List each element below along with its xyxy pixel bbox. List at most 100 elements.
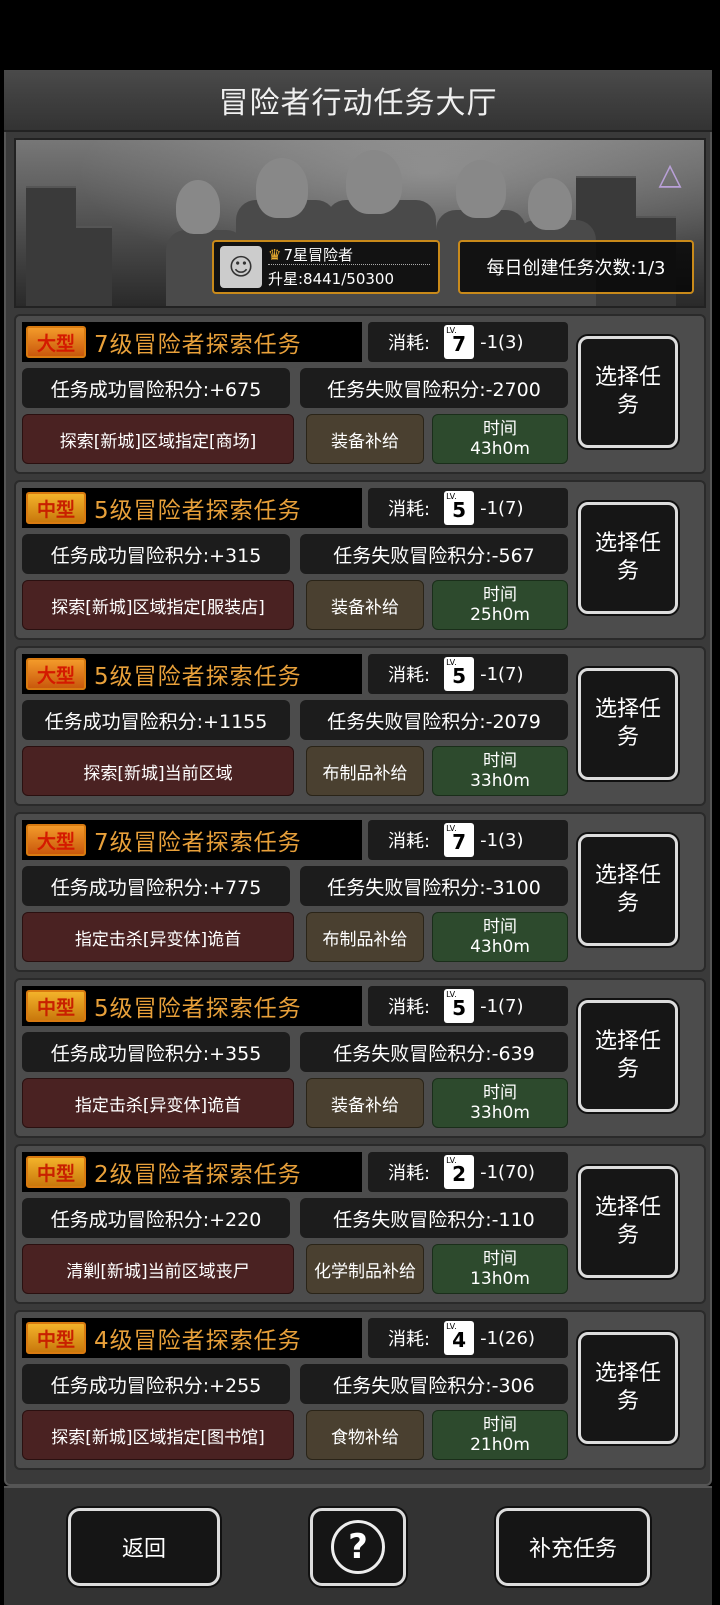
time-value: 43h0m	[470, 937, 530, 957]
cost-label: 消耗:	[388, 997, 431, 1018]
task-name: 4级冒险者探索任务	[94, 1328, 302, 1354]
success-reward: 任务成功冒险积分:+315	[22, 534, 290, 574]
task-size-badge: 大型	[26, 824, 86, 856]
failure-penalty: 任务失败冒险积分:-2700	[300, 368, 568, 408]
back-button[interactable]: 返回	[68, 1508, 220, 1586]
task-time: 时间 21h0m	[432, 1410, 568, 1460]
select-task-button[interactable]: 选择任务	[578, 834, 678, 946]
rank-name: 7星冒险者	[283, 246, 353, 264]
level-ticket-icon: LV. 7	[444, 325, 475, 359]
task-card: 中型 4级冒险者探索任务 消耗: LV. 4 -1(26) 任务成功冒险积分:+2…	[14, 1310, 706, 1470]
task-cost: 消耗: LV. 4 -1(26)	[368, 1318, 568, 1358]
ticket-level: 7	[452, 332, 467, 356]
select-task-button[interactable]: 选择任务	[578, 336, 678, 448]
success-reward: 任务成功冒险积分:+775	[22, 866, 290, 906]
rank-exp: 升星:8441/50300	[268, 270, 394, 288]
task-header: 大型 7级冒险者探索任务	[22, 820, 362, 860]
level-ticket-icon: LV. 4	[444, 1321, 475, 1355]
task-target: 探索[新城]区域指定[服装店]	[22, 580, 294, 630]
task-target: 指定击杀[异变体]诡首	[22, 912, 294, 962]
task-name: 7级冒险者探索任务	[94, 332, 302, 358]
cost-label: 消耗:	[388, 1163, 431, 1184]
cost-label: 消耗:	[388, 333, 431, 354]
cost-value: -1(26)	[480, 1327, 535, 1349]
success-reward: 任务成功冒险积分:+220	[22, 1198, 290, 1238]
time-value: 43h0m	[470, 439, 530, 459]
task-cost: 消耗: LV. 5 -1(7)	[368, 986, 568, 1026]
task-time: 时间 43h0m	[432, 414, 568, 464]
ticket-level: 5	[452, 996, 467, 1020]
task-supply: 装备补给	[306, 1078, 424, 1128]
failure-penalty: 任务失败冒险积分:-110	[300, 1198, 568, 1238]
cost-label: 消耗:	[388, 831, 431, 852]
task-target: 探索[新城]区域指定[图书馆]	[22, 1410, 294, 1460]
help-button[interactable]: ?	[310, 1508, 406, 1586]
failure-penalty: 任务失败冒险积分:-3100	[300, 866, 568, 906]
level-ticket-icon: LV. 5	[444, 657, 475, 691]
cost-value: -1(70)	[480, 1161, 535, 1183]
task-header: 中型 4级冒险者探索任务	[22, 1318, 362, 1358]
task-size-badge: 中型	[26, 1322, 86, 1354]
task-cost: 消耗: LV. 5 -1(7)	[368, 488, 568, 528]
medal-icon: ♛	[268, 246, 282, 264]
rank-panel[interactable]: ☺ ♛ 7星冒险者 升星:8441/50300	[212, 240, 440, 294]
task-header: 中型 5级冒险者探索任务	[22, 986, 362, 1026]
task-supply: 化学制品补给	[306, 1244, 424, 1294]
avatar: ☺	[220, 246, 262, 288]
task-target: 清剿[新城]当前区域丧尸	[22, 1244, 294, 1294]
failure-penalty: 任务失败冒险积分:-306	[300, 1364, 568, 1404]
task-header: 大型 5级冒险者探索任务	[22, 654, 362, 694]
success-reward: 任务成功冒险积分:+255	[22, 1364, 290, 1404]
task-cost: 消耗: LV. 5 -1(7)	[368, 654, 568, 694]
ticket-level: 2	[452, 1162, 467, 1186]
time-label: 时间	[483, 419, 517, 439]
task-supply: 布制品补给	[306, 912, 424, 962]
task-card: 中型 5级冒险者探索任务 消耗: LV. 5 -1(7) 任务成功冒险积分:+31…	[14, 480, 706, 640]
time-value: 33h0m	[470, 771, 530, 791]
time-value: 21h0m	[470, 1435, 530, 1455]
task-cost: 消耗: LV. 2 -1(70)	[368, 1152, 568, 1192]
cost-label: 消耗:	[388, 665, 431, 686]
task-cost: 消耗: LV. 7 -1(3)	[368, 820, 568, 860]
task-time: 时间 33h0m	[432, 746, 568, 796]
cost-value: -1(3)	[480, 331, 524, 353]
cost-label: 消耗:	[388, 1329, 431, 1350]
task-card: 大型 7级冒险者探索任务 消耗: LV. 7 -1(3) 任务成功冒险积分:+67…	[14, 314, 706, 474]
select-task-button[interactable]: 选择任务	[578, 502, 678, 614]
task-time: 时间 25h0m	[432, 580, 568, 630]
success-reward: 任务成功冒险积分:+355	[22, 1032, 290, 1072]
task-size-badge: 大型	[26, 326, 86, 358]
faction-emblem-icon: △	[658, 156, 682, 192]
page-title: 冒险者行动任务大厅	[4, 70, 712, 132]
time-label: 时间	[483, 917, 517, 937]
cost-label: 消耗:	[388, 499, 431, 520]
task-name: 7级冒险者探索任务	[94, 830, 302, 856]
ticket-level: 5	[452, 664, 467, 688]
task-size-badge: 中型	[26, 492, 86, 524]
time-value: 33h0m	[470, 1103, 530, 1123]
time-label: 时间	[483, 1249, 517, 1269]
task-time: 时间 13h0m	[432, 1244, 568, 1294]
select-task-button[interactable]: 选择任务	[578, 1332, 678, 1444]
time-label: 时间	[483, 1415, 517, 1435]
cost-value: -1(7)	[480, 995, 524, 1017]
task-header: 中型 2级冒险者探索任务	[22, 1152, 362, 1192]
time-value: 25h0m	[470, 605, 530, 625]
task-name: 5级冒险者探索任务	[94, 996, 302, 1022]
cost-value: -1(7)	[480, 663, 524, 685]
level-ticket-icon: LV. 5	[444, 989, 475, 1023]
task-name: 5级冒险者探索任务	[94, 664, 302, 690]
time-value: 13h0m	[470, 1269, 530, 1289]
ticket-level: 5	[452, 498, 467, 522]
task-name: 5级冒险者探索任务	[94, 498, 302, 524]
level-ticket-icon: LV. 7	[444, 823, 475, 857]
select-task-button[interactable]: 选择任务	[578, 1166, 678, 1278]
select-task-button[interactable]: 选择任务	[578, 668, 678, 780]
task-card: 大型 7级冒险者探索任务 消耗: LV. 7 -1(3) 任务成功冒险积分:+77…	[14, 812, 706, 972]
task-size-badge: 大型	[26, 658, 86, 690]
task-header: 大型 7级冒险者探索任务	[22, 322, 362, 362]
refill-tasks-button[interactable]: 补充任务	[496, 1508, 650, 1586]
task-card: 中型 5级冒险者探索任务 消耗: LV. 5 -1(7) 任务成功冒险积分:+35…	[14, 978, 706, 1138]
select-task-button[interactable]: 选择任务	[578, 1000, 678, 1112]
time-label: 时间	[483, 1083, 517, 1103]
